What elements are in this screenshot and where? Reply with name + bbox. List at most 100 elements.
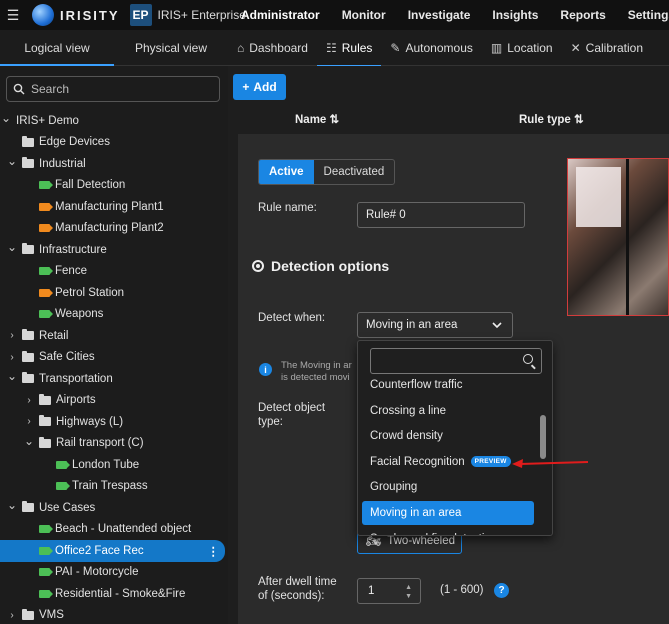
tab-autonomous-label: Autonomous (405, 40, 473, 55)
chevron-right-icon[interactable]: › (6, 352, 18, 363)
camera-icon (39, 525, 53, 534)
status-active-button[interactable]: Active (259, 160, 314, 184)
tree-node[interactable]: ›Manufacturing Plant1 (0, 196, 228, 218)
stepper-up-icon[interactable]: ▲ (405, 584, 412, 592)
folder-icon (22, 501, 34, 513)
chevron-right-icon[interactable]: › (6, 330, 18, 341)
add-rule-label: Add (253, 80, 277, 94)
tree-node-label: Infrastructure (39, 243, 107, 256)
preview-frame (626, 159, 629, 315)
nav-settings[interactable]: Settings (617, 0, 669, 30)
tab-location[interactable]: ▥ Location (482, 30, 562, 66)
camera-icon (39, 568, 53, 577)
chevron-down-icon[interactable]: ⌄ (6, 240, 18, 254)
tree-node[interactable]: ›Fall Detection (0, 175, 228, 197)
nav-reports[interactable]: Reports (549, 0, 616, 30)
tree-node[interactable]: › Retail (0, 325, 228, 347)
tree-node[interactable]: ⌄ Industrial (0, 153, 228, 175)
tree-node[interactable]: ›Train Trespass (0, 476, 228, 498)
nav-investigate[interactable]: Investigate (397, 0, 482, 30)
tree-node[interactable]: ⌄ Infrastructure (0, 239, 228, 261)
chevron-right-icon[interactable]: › (23, 416, 35, 427)
tab-logical-view[interactable]: Logical view (0, 30, 114, 66)
tab-calibration[interactable]: ✕ Calibration (562, 30, 652, 66)
add-rule-button[interactable]: + Add (233, 74, 286, 100)
tree-node[interactable]: ›Petrol Station (0, 282, 228, 304)
chevron-down-icon[interactable]: ⌄ (6, 154, 18, 168)
two-wheeled-label: Two-wheeled (387, 535, 455, 547)
tab-dashboard[interactable]: ⌂ Dashboard (228, 30, 317, 66)
nav-insights[interactable]: Insights (481, 0, 549, 30)
tree-node[interactable]: ›London Tube (0, 454, 228, 476)
tree-node-label: Fall Detection (55, 179, 126, 192)
help-icon[interactable]: ? (494, 583, 509, 598)
tree-node-label: Weapons (55, 308, 104, 321)
dropdown-scrollbar[interactable] (540, 415, 546, 459)
chevron-down-icon[interactable]: ⌄ (6, 369, 18, 383)
tree-node[interactable]: ›Beach - Unattended object (0, 519, 228, 541)
dropdown-option[interactable]: Grouping (362, 475, 534, 499)
tree-node-label: Edge Devices (39, 136, 110, 149)
chevron-down-icon[interactable]: ⌄ (6, 498, 18, 512)
camera-preview[interactable] (567, 158, 669, 316)
detect-when-select[interactable]: Moving in an area (357, 312, 513, 338)
tree-node[interactable]: ›Weapons (0, 304, 228, 326)
chevron-right-icon[interactable]: › (23, 395, 35, 406)
tab-rules[interactable]: ☷ Rules (316, 30, 382, 67)
column-header-rule-type[interactable]: Rule type ⇅ (519, 112, 584, 126)
admin-subnav: ⌂ Dashboard ☷ Rules ✎ Autonomous ▥ Location … (228, 30, 669, 67)
tree-node[interactable]: ›Manufacturing Plant2 (0, 218, 228, 240)
nav-administrator[interactable]: Administrator (230, 0, 331, 30)
tree-node[interactable]: › VMS (0, 605, 228, 624)
rules-toolbar: + Add Name ⇅ Rule type ⇅ (228, 66, 669, 134)
search-icon (523, 354, 533, 364)
rule-name-input[interactable]: Rule# 0 (357, 202, 525, 228)
tree-node[interactable]: ⌄ Use Cases (0, 497, 228, 519)
tree-node[interactable]: ›Residential - Smoke&Fire (0, 583, 228, 605)
tree-node[interactable]: ›Edge Devices (0, 132, 228, 154)
dropdown-option[interactable]: Smoke and fire detection (362, 527, 534, 535)
tree-node[interactable]: ›Office2 Face Rec⋮ (0, 540, 225, 562)
tree-node[interactable]: ⌄ Rail transport (C) (0, 433, 228, 455)
list-icon: ☷ (325, 40, 337, 55)
dropdown-option[interactable]: Crowd density (362, 424, 534, 448)
detect-when-dropdown: Counterflow traffic Crossing a line Crowd … (357, 340, 553, 536)
dwell-time-stepper[interactable]: 1 ▲ ▼ (357, 578, 421, 604)
tab-physical-view[interactable]: Physical view (114, 30, 228, 65)
tab-autonomous[interactable]: ✎ Autonomous (381, 30, 481, 66)
dropdown-option[interactable]: Crossing a line (362, 399, 534, 423)
dropdown-option[interactable]: Counterflow traffic (362, 373, 534, 397)
tree-node[interactable]: ⌄ Transportation (0, 368, 228, 390)
tree-node[interactable]: ⌄ IRIS+ Demo (0, 110, 228, 132)
tree-node[interactable]: › Airports (0, 390, 228, 412)
folder-icon (22, 243, 34, 255)
tree-node[interactable]: › Highways (L) (0, 411, 228, 433)
chevron-down-icon[interactable]: ⌄ (23, 434, 35, 448)
status-deactivated-button[interactable]: Deactivated (314, 160, 395, 184)
detect-when-label: Detect when: (258, 312, 326, 324)
detection-options-title: Detection options (271, 258, 390, 274)
rule-name-label: Rule name: (258, 202, 317, 214)
camera-icon (39, 224, 53, 233)
top-bar: ☰ IRISITY EP IRIS+ Enterprise Administra… (0, 0, 669, 30)
motorcycle-icon: 🏍 (366, 534, 382, 548)
chevron-down-icon[interactable]: ⌄ (0, 111, 12, 125)
stepper-down-icon[interactable]: ▼ (405, 593, 412, 601)
dropdown-option[interactable]: Moving in an area (362, 501, 534, 525)
target-icon (252, 260, 264, 272)
tree-node-label: Fence (55, 265, 87, 278)
tree-node[interactable]: › Safe Cities (0, 347, 228, 369)
nav-monitor[interactable]: Monitor (331, 0, 397, 30)
dropdown-option[interactable]: Facial Recognition PREVIEW (362, 450, 534, 474)
column-header-name[interactable]: Name ⇅ (295, 112, 339, 126)
left-panel: Logical view Physical view ⌄IRIS+ Demo›E… (0, 30, 228, 624)
tree-menu-icon[interactable]: ☰ (0, 0, 26, 30)
tree-node[interactable]: ›PAI - Motorcycle (0, 562, 228, 584)
chevron-right-icon[interactable]: › (6, 610, 18, 621)
tree-node[interactable]: ›Fence (0, 261, 228, 283)
more-options-icon[interactable]: ⋮ (208, 544, 220, 558)
folder-icon (22, 329, 34, 341)
search-box[interactable] (6, 76, 220, 102)
camera-icon (39, 267, 53, 276)
search-input[interactable] (31, 82, 211, 96)
